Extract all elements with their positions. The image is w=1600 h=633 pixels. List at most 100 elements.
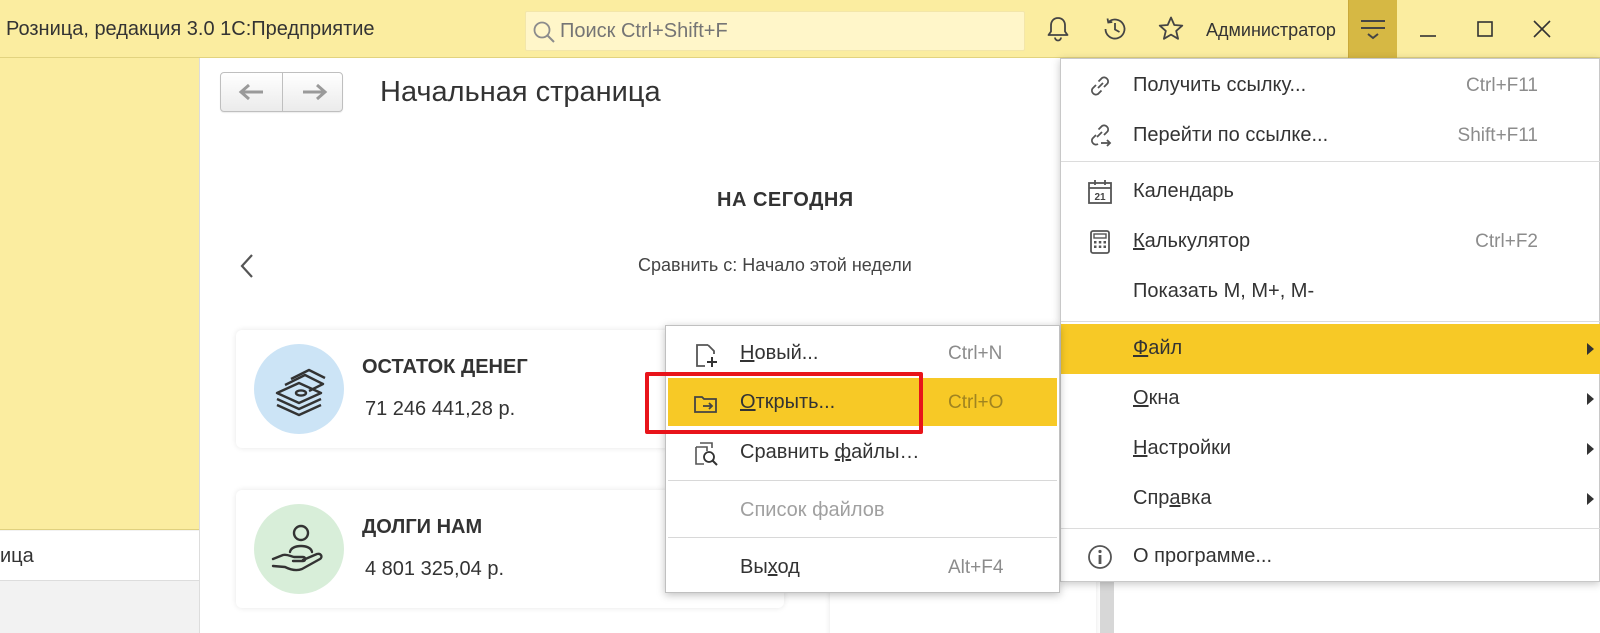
card-title: ОСТАТОК ДЕНЕГ (362, 356, 528, 378)
menu-item-label-rest: кна (1148, 387, 1180, 409)
menu-item-label-underlined: Н (1133, 437, 1148, 459)
menu-item-help[interactable]: Справка (1061, 474, 1600, 524)
menu-item-label-rest: астройки (1147, 437, 1232, 459)
menu-item-shortcut: Shift+F11 (1457, 125, 1538, 146)
menu-separator (1061, 528, 1600, 529)
menu-item-label-rest: вка (1180, 487, 1212, 509)
title-bar: Розница, редакция 3.0 1С:Предприятие Адм… (0, 0, 1600, 58)
user-name[interactable]: Администратор (1206, 20, 1336, 41)
submenu-item-label-rest: айлы… (851, 441, 920, 463)
navigation-buttons (220, 72, 343, 112)
submenu-item-label: Список файлов (740, 499, 885, 521)
menu-item-shortcut: Ctrl+F2 (1475, 231, 1538, 252)
minimize-icon (1420, 35, 1436, 37)
back-button[interactable] (221, 73, 282, 111)
close-icon (1533, 20, 1551, 38)
page-title: Начальная страница (380, 76, 661, 108)
menu-item-label: Файл (1133, 337, 1182, 360)
section-heading: НА СЕГОДНЯ (717, 189, 854, 211)
file-submenu: Новый... Ctrl+N Открыть... Ctrl+O Сравни… (665, 325, 1060, 593)
submenu-item-label-underlined: О (740, 391, 756, 413)
menu-item-settings[interactable]: Настройки (1061, 424, 1600, 474)
submenu-item-open[interactable]: Открыть... Ctrl+O (668, 378, 1057, 426)
menu-item-label-underlined: а (1169, 487, 1181, 509)
hand-person-icon (254, 504, 344, 594)
submenu-arrow-icon (1587, 443, 1594, 455)
menu-item-get-link[interactable]: Получить ссылку... Ctrl+F11 (1061, 61, 1600, 111)
submenu-item-shortcut: Ctrl+N (948, 343, 1003, 364)
search-icon (532, 20, 556, 44)
arrow-right-icon (303, 83, 328, 101)
menu-item-calculator[interactable]: Калькулятор Ctrl+F2 (1061, 217, 1600, 267)
submenu-item-label-underlined: х (767, 556, 778, 578)
menu-item-label: Окна (1133, 387, 1179, 410)
submenu-separator (668, 480, 1057, 481)
chevron-left-icon (240, 254, 253, 278)
history-icon[interactable] (1100, 14, 1130, 44)
menu-item-label: Перейти по ссылке... (1133, 124, 1329, 146)
compare-link[interactable]: Сравнить с: Начало этой недели (638, 255, 912, 276)
submenu-item-label-rest: овый... (754, 342, 819, 364)
menu-separator (1061, 161, 1600, 162)
info-icon (1088, 545, 1112, 569)
menu-item-calendar[interactable]: 21 Календарь (1061, 167, 1600, 217)
search-box[interactable] (525, 11, 1025, 51)
submenu-item-compare[interactable]: Сравнить файлы… (668, 428, 1057, 476)
submenu-item-label: Сравнить файлы… (740, 441, 919, 464)
open-folder-icon (694, 396, 717, 413)
minimize-button[interactable] (1401, 0, 1456, 58)
maximize-button[interactable] (1458, 0, 1513, 58)
submenu-item-label: Открыть... (740, 391, 835, 414)
submenu-item-label-part: Сравнить (740, 441, 835, 463)
card-value: 4 801 325,04 р. (365, 558, 505, 580)
calculator-icon (1090, 230, 1110, 254)
submenu-item-label-underlined: ф (834, 441, 852, 463)
menu-item-label: Калькулятор (1133, 230, 1250, 253)
submenu-item-label-part: Вы (740, 556, 768, 578)
menu-item-label: Показать M, M+, M- (1133, 280, 1315, 302)
menu-item-file[interactable]: Файл (1061, 324, 1600, 374)
submenu-arrow-icon (1587, 343, 1594, 355)
app-title: Розница, редакция 3.0 1С:Предприятие (6, 18, 375, 40)
compare-files-icon (695, 442, 718, 466)
close-button[interactable] (1515, 0, 1570, 58)
sidebar: ица (0, 58, 200, 633)
main-menu-dropdown: Получить ссылку... Ctrl+F11 Перейти по с… (1060, 58, 1600, 582)
submenu-arrow-icon (1587, 393, 1594, 405)
new-file-icon (696, 344, 717, 367)
star-icon[interactable] (1156, 14, 1186, 44)
menu-item-label: Настройки (1133, 437, 1231, 460)
link-icon (1091, 76, 1109, 96)
submenu-item-label: Выход (740, 556, 800, 579)
submenu-arrow-icon (1587, 493, 1594, 505)
submenu-item-label-rest: ткрыть... (755, 391, 836, 413)
card-title: ДОЛГИ НАМ (362, 516, 483, 538)
maximize-icon (1477, 21, 1493, 37)
submenu-item-label: Новый... (740, 342, 818, 365)
menu-item-label-underlined: К (1133, 230, 1145, 252)
search-input[interactable] (560, 17, 1000, 45)
main-menu-button[interactable] (1348, 0, 1397, 58)
menu-item-windows[interactable]: Окна (1061, 374, 1600, 424)
goto-link-icon (1091, 124, 1112, 147)
submenu-separator (668, 537, 1057, 538)
submenu-item-file-list: Список файлов (668, 486, 1057, 534)
menu-item-label-underlined: О (1133, 387, 1149, 409)
submenu-item-exit[interactable]: Выход Alt+F4 (668, 543, 1057, 591)
calendar-icon: 21 (1088, 180, 1112, 204)
menu-item-goto-link[interactable]: Перейти по ссылке... Shift+F11 (1061, 111, 1600, 161)
menu-item-label: О программе... (1133, 545, 1273, 567)
sidebar-item[interactable]: ица (0, 531, 199, 581)
sidebar-item-label: ица (0, 545, 34, 567)
menu-item-about[interactable]: О программе... (1061, 532, 1600, 582)
menu-item-label-underlined: Ф (1133, 337, 1149, 359)
submenu-item-new[interactable]: Новый... Ctrl+N (668, 329, 1057, 377)
calendar-day-number: 21 (1094, 192, 1106, 203)
period-back-button[interactable] (236, 251, 260, 281)
card-value: 71 246 441,28 р. (365, 398, 516, 420)
forward-button[interactable] (283, 73, 344, 111)
arrow-left-icon (238, 83, 263, 101)
menu-item-show-memory[interactable]: Показать M, M+, M- (1061, 267, 1600, 317)
menu-item-label: Получить ссылку... (1133, 74, 1307, 96)
bell-icon[interactable] (1043, 14, 1073, 44)
